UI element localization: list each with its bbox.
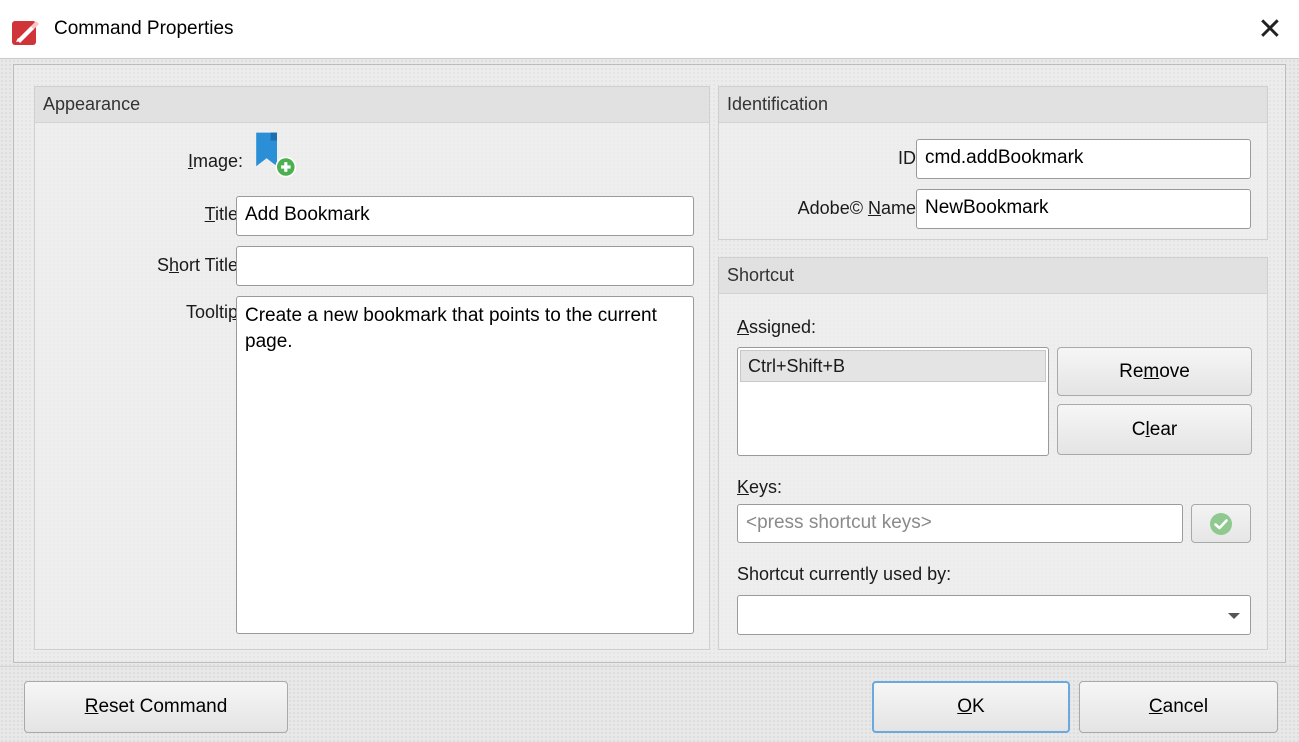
used-by-label: Shortcut currently used by: xyxy=(737,564,952,584)
pdf-app-icon xyxy=(12,21,39,45)
appearance-group: Appearance Image: Title: Add Bookmark Sh… xyxy=(34,86,710,650)
check-circle-icon xyxy=(1210,512,1232,535)
adobe-name-label: Adobe© Name: xyxy=(797,198,921,218)
tooltip-label: Tooltip: xyxy=(185,302,243,322)
tooltip-textarea[interactable]: Create a new bookmark that points to the… xyxy=(236,296,694,634)
short-title-label: Short Title: xyxy=(156,255,243,275)
image-label: Image: xyxy=(187,151,243,171)
identification-title: Identification xyxy=(727,94,829,114)
footer-divider xyxy=(0,666,1299,667)
assigned-shortcuts-list[interactable]: Ctrl+Shift+B xyxy=(737,347,1049,456)
title-input[interactable]: Add Bookmark xyxy=(236,196,694,236)
close-icon: ✕ xyxy=(1257,13,1283,46)
shortcut-group: Shortcut Assigned: Ctrl+Shift+B Re m ove C… xyxy=(718,257,1268,650)
reset-command-button[interactable]: Reset Command xyxy=(24,681,288,733)
close-button[interactable]: ✕ xyxy=(1252,13,1288,49)
chevron-down-icon xyxy=(1228,613,1240,619)
assigned-label: Assigned: xyxy=(737,317,817,337)
remove-button[interactable]: Re m ove xyxy=(1057,347,1252,396)
identification-header: Identification xyxy=(719,87,1267,123)
ok-button[interactable]: OK xyxy=(872,681,1070,733)
adobe-name-input-value: NewBookmark xyxy=(925,197,1049,218)
list-item[interactable]: Ctrl+Shift+B xyxy=(740,350,1046,382)
cancel-button[interactable]: Cancel xyxy=(1079,681,1278,733)
keys-input[interactable]: <press shortcut keys> xyxy=(737,504,1183,543)
adobe-name-input[interactable]: NewBookmark xyxy=(916,189,1251,229)
id-input[interactable]: cmd.addBookmark xyxy=(916,139,1251,179)
keys-input-placeholder: <press shortcut keys> xyxy=(746,512,932,533)
keys-label: Keys: xyxy=(737,477,783,497)
tooltip-textarea-value: Create a new bookmark that points to the… xyxy=(245,305,657,352)
shortcut-header: Shortcut xyxy=(719,258,1267,294)
list-item-label: Ctrl+Shift+B xyxy=(748,356,846,376)
apply-shortcut-button[interactable] xyxy=(1191,504,1251,543)
properties-frame: Appearance Image: Title: Add Bookmark Sh… xyxy=(13,64,1286,663)
id-input-value: cmd.addBookmark xyxy=(925,147,1084,168)
title-input-value: Add Bookmark xyxy=(245,204,370,225)
identification-group: Identification ID: cmd.addBookmark Adobe… xyxy=(718,86,1268,240)
title-bar: Command Properties ✕ xyxy=(0,0,1299,58)
short-title-input[interactable] xyxy=(236,246,694,286)
add-bookmark-icon xyxy=(256,132,297,178)
appearance-title: Appearance xyxy=(43,94,141,114)
window-title: Command Properties xyxy=(54,18,234,39)
dialog-body: Appearance Image: Title: Add Bookmark Sh… xyxy=(0,58,1299,742)
shortcut-title: Shortcut xyxy=(727,265,795,285)
appearance-header: Appearance xyxy=(35,87,709,123)
used-by-combo[interactable] xyxy=(737,595,1251,635)
clear-button[interactable]: Cl ear xyxy=(1057,404,1252,455)
